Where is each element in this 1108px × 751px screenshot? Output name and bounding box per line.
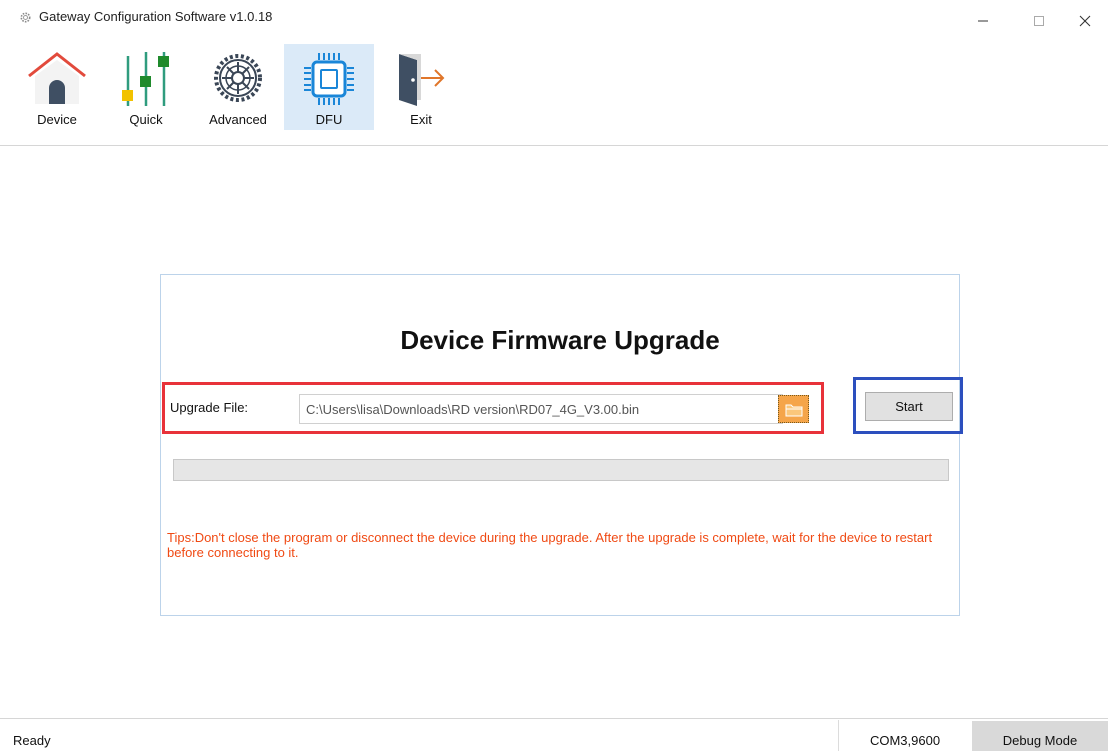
status-port: COM3,9600 [869, 733, 941, 748]
status-text: Ready [13, 733, 51, 748]
chip-icon [304, 53, 354, 105]
toolbar-advanced-label: Advanced [209, 112, 267, 127]
folder-icon [785, 404, 802, 416]
app-gear-icon [19, 11, 32, 24]
start-highlight: Start [853, 377, 963, 434]
toolbar-device-button[interactable]: Device [19, 44, 95, 130]
start-button[interactable]: Start [865, 392, 953, 421]
maximize-button[interactable] [1016, 6, 1062, 36]
dfu-panel: Device Firmware Upgrade Upgrade File: St… [160, 274, 963, 616]
toolbar-exit-label: Exit [410, 112, 432, 127]
toolbar-exit-button[interactable]: Exit [385, 44, 457, 130]
upgrade-tips-text: Tips:Don't close the program or disconne… [167, 530, 933, 560]
minimize-button[interactable] [960, 6, 1006, 36]
toolbar-dfu-label: DFU [315, 112, 343, 127]
toolbar-divider [0, 145, 1108, 146]
upgrade-progress-bar [173, 459, 949, 481]
toolbar-quick-label: Quick [129, 112, 163, 127]
upgrade-file-path-input[interactable] [299, 394, 783, 424]
toolbar-advanced-button[interactable]: Advanced [197, 44, 279, 130]
status-bar: Ready COM3,9600 Debug Mode [0, 718, 1108, 751]
upgrade-file-label: Upgrade File: [170, 400, 249, 415]
debug-mode-button[interactable]: Debug Mode [972, 721, 1108, 751]
upgrade-file-highlight: Upgrade File: [162, 382, 824, 434]
sliders-icon [122, 52, 169, 106]
toolbar-device-label: Device [37, 112, 77, 127]
main-toolbar: Device Quick Advanced DFU Exit [0, 40, 1108, 130]
exit-door-icon [399, 54, 445, 106]
toolbar-dfu-button[interactable]: DFU [284, 44, 374, 130]
window-title: Gateway Configuration Software v1.0.18 [39, 9, 273, 24]
house-icon [28, 52, 86, 104]
page-title: Device Firmware Upgrade [400, 325, 720, 355]
close-button[interactable] [1062, 6, 1108, 36]
browse-file-button[interactable] [778, 395, 809, 423]
title-bar: Gateway Configuration Software v1.0.18 [0, 0, 1108, 40]
toolbar-quick-button[interactable]: Quick [110, 44, 182, 130]
gear-icon [214, 54, 262, 102]
